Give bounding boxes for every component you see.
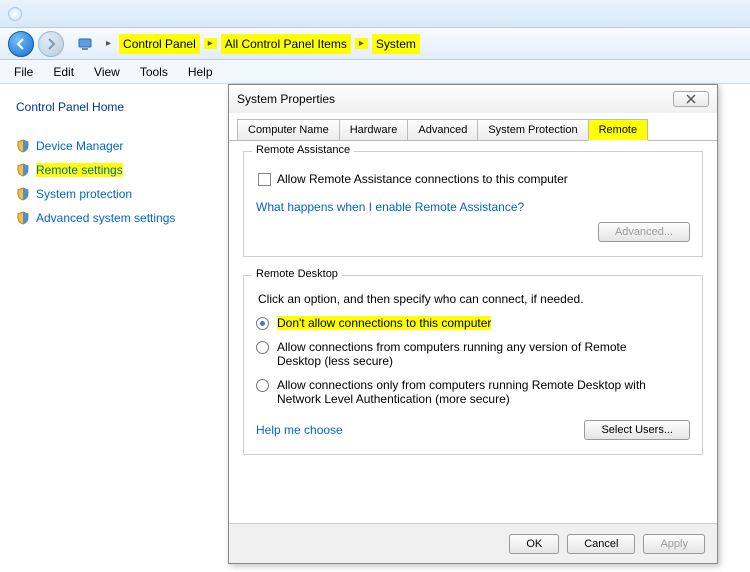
radio-allow-any[interactable]: Allow connections from computers running… <box>256 340 690 368</box>
tab-system-protection[interactable]: System Protection <box>477 119 588 140</box>
menu-view[interactable]: View <box>84 62 130 82</box>
forward-button[interactable] <box>38 31 64 57</box>
checkbox-icon <box>258 173 271 186</box>
sidebar-item-device-manager[interactable]: Device Manager <box>12 134 198 158</box>
shield-icon <box>16 163 30 177</box>
dialog-titlebar: System Properties <box>229 85 717 113</box>
checkbox-label: Allow Remote Assistance connections to t… <box>277 172 568 186</box>
tab-computer-name[interactable]: Computer Name <box>237 119 340 140</box>
allow-remote-assistance-checkbox[interactable]: Allow Remote Assistance connections to t… <box>258 172 690 186</box>
sidebar-title: Control Panel Home <box>12 100 198 114</box>
favicon-icon <box>8 7 22 21</box>
menu-tools[interactable]: Tools <box>130 62 178 82</box>
radio-icon <box>256 341 269 354</box>
remote-desktop-instruction: Click an option, and then specify who ca… <box>258 292 690 306</box>
shield-icon <box>16 211 30 225</box>
shield-icon <box>16 139 30 153</box>
radio-label: Allow connections only from computers ru… <box>277 378 657 406</box>
breadcrumb-item[interactable]: Control Panel <box>119 34 200 54</box>
sidebar-item-label: Device Manager <box>36 139 123 153</box>
ok-button[interactable]: OK <box>509 534 559 554</box>
system-properties-dialog: System Properties Computer Name Hardware… <box>228 84 718 564</box>
back-button[interactable] <box>8 31 34 57</box>
select-users-button[interactable]: Select Users... <box>584 420 690 440</box>
remote-assistance-group: Remote Assistance Allow Remote Assistanc… <box>243 151 703 257</box>
menu-help[interactable]: Help <box>178 62 223 82</box>
help-me-choose-link[interactable]: Help me choose <box>256 423 343 437</box>
radio-dont-allow[interactable]: Don't allow connections to this computer <box>256 316 690 330</box>
menu-bar: File Edit View Tools Help <box>0 60 750 84</box>
breadcrumb-item[interactable]: System <box>372 34 420 54</box>
shield-icon <box>16 187 30 201</box>
remote-assistance-help-link[interactable]: What happens when I enable Remote Assist… <box>256 200 690 214</box>
cancel-button[interactable]: Cancel <box>567 534 635 554</box>
breadcrumb-item[interactable]: All Control Panel Items <box>221 34 351 54</box>
chevron-right-icon: ▸ <box>355 38 368 49</box>
advanced-button[interactable]: Advanced... <box>598 222 690 242</box>
close-button[interactable] <box>673 91 709 107</box>
dialog-footer: OK Cancel Apply <box>229 523 717 563</box>
radio-icon <box>256 379 269 392</box>
remote-desktop-group: Remote Desktop Click an option, and then… <box>243 275 703 455</box>
sidebar-item-label: Remote settings <box>36 163 123 177</box>
group-title: Remote Desktop <box>252 268 342 280</box>
sidebar-item-label: System protection <box>36 187 132 201</box>
browser-top-bar <box>0 0 750 28</box>
sidebar-item-advanced-system-settings[interactable]: Advanced system settings <box>12 206 198 230</box>
navigation-toolbar: ▸ Control Panel ▸ All Control Panel Item… <box>0 28 750 60</box>
tab-advanced[interactable]: Advanced <box>407 119 478 140</box>
group-title: Remote Assistance <box>252 144 354 156</box>
sidebar-item-remote-settings[interactable]: Remote settings <box>12 158 198 182</box>
sidebar-item-system-protection[interactable]: System protection <box>12 182 198 206</box>
sidebar: Control Panel Home Device Manager Remote… <box>0 84 210 572</box>
dialog-body: Remote Assistance Allow Remote Assistanc… <box>229 141 717 483</box>
sidebar-item-label: Advanced system settings <box>36 211 175 225</box>
chevron-right-icon: ▸ <box>102 38 115 49</box>
menu-edit[interactable]: Edit <box>43 62 84 82</box>
tab-remote[interactable]: Remote <box>588 119 649 141</box>
radio-allow-nla[interactable]: Allow connections only from computers ru… <box>256 378 690 406</box>
tab-strip: Computer Name Hardware Advanced System P… <box>229 113 717 141</box>
radio-label: Don't allow connections to this computer <box>277 316 491 330</box>
radio-icon <box>256 317 269 330</box>
radio-label: Allow connections from computers running… <box>277 340 657 368</box>
dialog-title: System Properties <box>237 92 335 106</box>
computer-icon <box>76 35 94 53</box>
close-icon <box>685 94 697 104</box>
tab-hardware[interactable]: Hardware <box>339 119 409 140</box>
apply-button[interactable]: Apply <box>643 534 705 554</box>
chevron-right-icon: ▸ <box>204 38 217 49</box>
menu-file[interactable]: File <box>4 62 43 82</box>
